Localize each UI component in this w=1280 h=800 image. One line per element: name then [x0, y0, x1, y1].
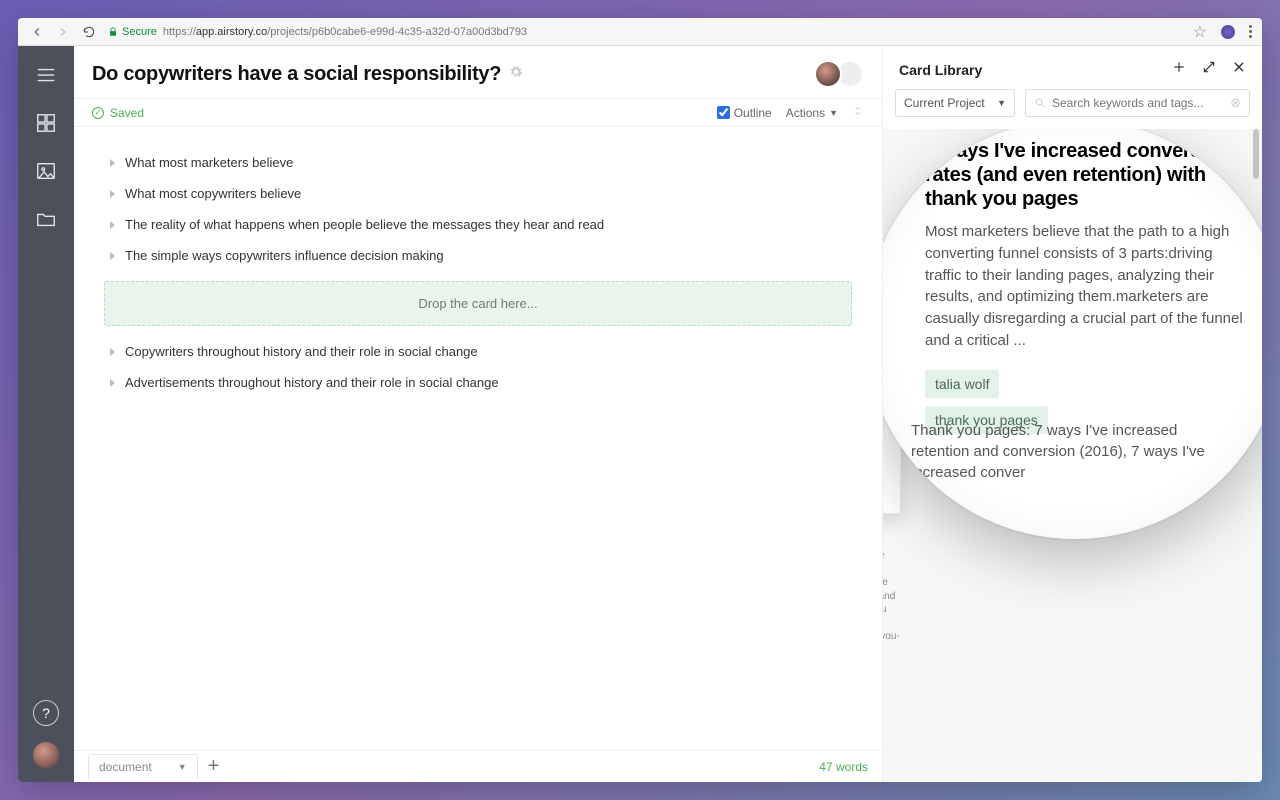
triangle-icon: [110, 159, 115, 167]
plus-icon[interactable]: [1172, 60, 1186, 79]
outline-item[interactable]: Copywriters throughout history and their…: [104, 336, 852, 367]
collapse-icon[interactable]: [852, 105, 864, 120]
saved-status: Saved: [92, 106, 144, 120]
reload-button[interactable]: [80, 23, 98, 41]
outline-item[interactable]: Advertisements throughout history and th…: [104, 367, 852, 398]
caret-down-icon: ▼: [829, 108, 838, 118]
card-body-zoom: Most marketers believe that the path to …: [925, 221, 1245, 352]
menu-icon[interactable]: [1249, 25, 1252, 38]
check-icon: [92, 107, 104, 119]
caret-down-icon: ▼: [997, 98, 1006, 108]
drop-zone[interactable]: Drop the card here...: [104, 281, 852, 326]
back-button[interactable]: [28, 23, 46, 41]
card-citation-zoom: Thank you pages: 7 ways I've increased r…: [911, 420, 1225, 483]
grid-icon[interactable]: [35, 112, 57, 134]
help-icon[interactable]: ?: [33, 700, 59, 726]
sidebar: ?: [18, 46, 74, 782]
extension-icon[interactable]: [1221, 25, 1235, 39]
triangle-icon: [110, 190, 115, 198]
panel-body: 7 wa incre con (an re th M th fu p la th…: [883, 129, 1262, 782]
expand-icon[interactable]: [1202, 60, 1216, 79]
document-title[interactable]: Do copywriters have a social responsibil…: [92, 63, 501, 86]
editor-header: Do copywriters have a social responsibil…: [74, 46, 882, 98]
add-tab-button[interactable]: +: [208, 755, 220, 778]
outline-item[interactable]: The reality of what happens when people …: [104, 209, 852, 240]
forward-button[interactable]: [54, 23, 72, 41]
triangle-icon: [110, 379, 115, 387]
triangle-icon: [110, 348, 115, 356]
app: ? Do copywriters have a social responsib…: [18, 46, 1262, 782]
search-input[interactable]: [1052, 96, 1230, 110]
card-library-panel: Card Library Current Project ▼ ⊗: [882, 46, 1262, 782]
user-avatar[interactable]: [33, 742, 59, 768]
project-select[interactable]: Current Project ▼: [895, 89, 1015, 117]
secure-label: Secure: [122, 26, 157, 38]
document-tab[interactable]: document ▼: [88, 754, 198, 779]
menu-icon[interactable]: [35, 64, 57, 86]
browser-window: Secure https://app.airstory.co/projects/…: [18, 18, 1262, 782]
card-citation: Thank you pages: 7 ways I've increased r…: [883, 549, 903, 671]
actions-dropdown[interactable]: Actions ▼: [786, 106, 838, 120]
footer: document ▼ + 47 words: [74, 750, 882, 782]
outline-toggle[interactable]: Outline: [717, 106, 772, 120]
triangle-icon: [110, 252, 115, 260]
image-icon[interactable]: [35, 160, 57, 182]
triangle-icon: [110, 221, 115, 229]
outline-item[interactable]: The simple ways copywriters influence de…: [104, 240, 852, 271]
url-bar[interactable]: https://app.airstory.co/projects/p6b0cab…: [163, 26, 1193, 38]
card-tag-zoom: talia wolf: [925, 370, 999, 398]
outline-item[interactable]: What most copywriters believe: [104, 178, 852, 209]
caret-down-icon: ▼: [178, 762, 187, 772]
outline-checkbox[interactable]: [717, 106, 730, 119]
close-icon[interactable]: [1232, 60, 1246, 79]
card-title-zoom: 7 ways I've increased conversion rates (…: [925, 139, 1245, 211]
panel-title: Card Library: [899, 62, 982, 78]
magnifier-overlay: 7 ways I've increased conversion rates (…: [883, 129, 1262, 539]
panel-header: Card Library: [883, 46, 1262, 89]
folder-icon[interactable]: [35, 208, 57, 230]
star-icon[interactable]: ☆: [1193, 22, 1207, 42]
clear-icon[interactable]: ⊗: [1230, 95, 1241, 111]
browser-chrome: Secure https://app.airstory.co/projects/…: [18, 18, 1262, 46]
outline-item[interactable]: What most marketers believe: [104, 147, 852, 178]
gear-icon[interactable]: [509, 65, 523, 84]
outline-list: What most marketers believe What most co…: [74, 127, 882, 750]
panel-filters: Current Project ▼ ⊗: [883, 89, 1262, 129]
word-count: 47 words: [819, 760, 868, 774]
lock-icon: Secure: [108, 26, 157, 38]
toolbar: Saved Outline Actions ▼: [74, 98, 882, 127]
collaborator-avatar[interactable]: [814, 60, 842, 88]
search-field[interactable]: ⊗: [1025, 89, 1250, 117]
scrollbar[interactable]: [1253, 129, 1259, 179]
search-icon: [1034, 97, 1046, 109]
editor: Do copywriters have a social responsibil…: [74, 46, 882, 782]
